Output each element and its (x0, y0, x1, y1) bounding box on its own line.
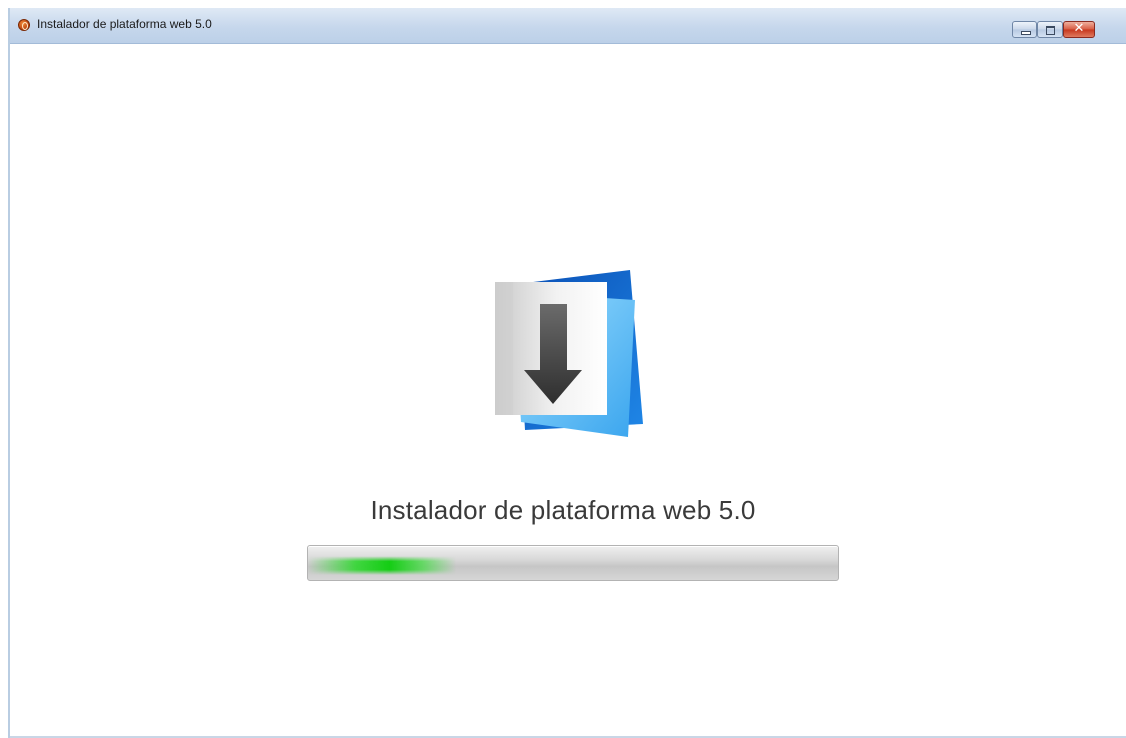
product-title: Instalador de plataforma web 5.0 (370, 495, 756, 525)
download-arrow-icon (495, 270, 643, 437)
maximize-button[interactable] (1037, 21, 1063, 38)
progress-bar (307, 545, 839, 581)
minimize-icon (1021, 31, 1031, 35)
maximize-icon (1046, 26, 1055, 35)
minimize-button[interactable] (1012, 21, 1037, 38)
window-title: Instalador de plataforma web 5.0 (37, 17, 212, 31)
close-icon: ✕ (1073, 21, 1085, 36)
close-button[interactable]: ✕ (1063, 21, 1095, 38)
title-bar[interactable]: Instalador de plataforma web 5.0 ✕ (10, 8, 1126, 44)
app-icon (18, 19, 30, 31)
progress-fill (308, 546, 457, 580)
